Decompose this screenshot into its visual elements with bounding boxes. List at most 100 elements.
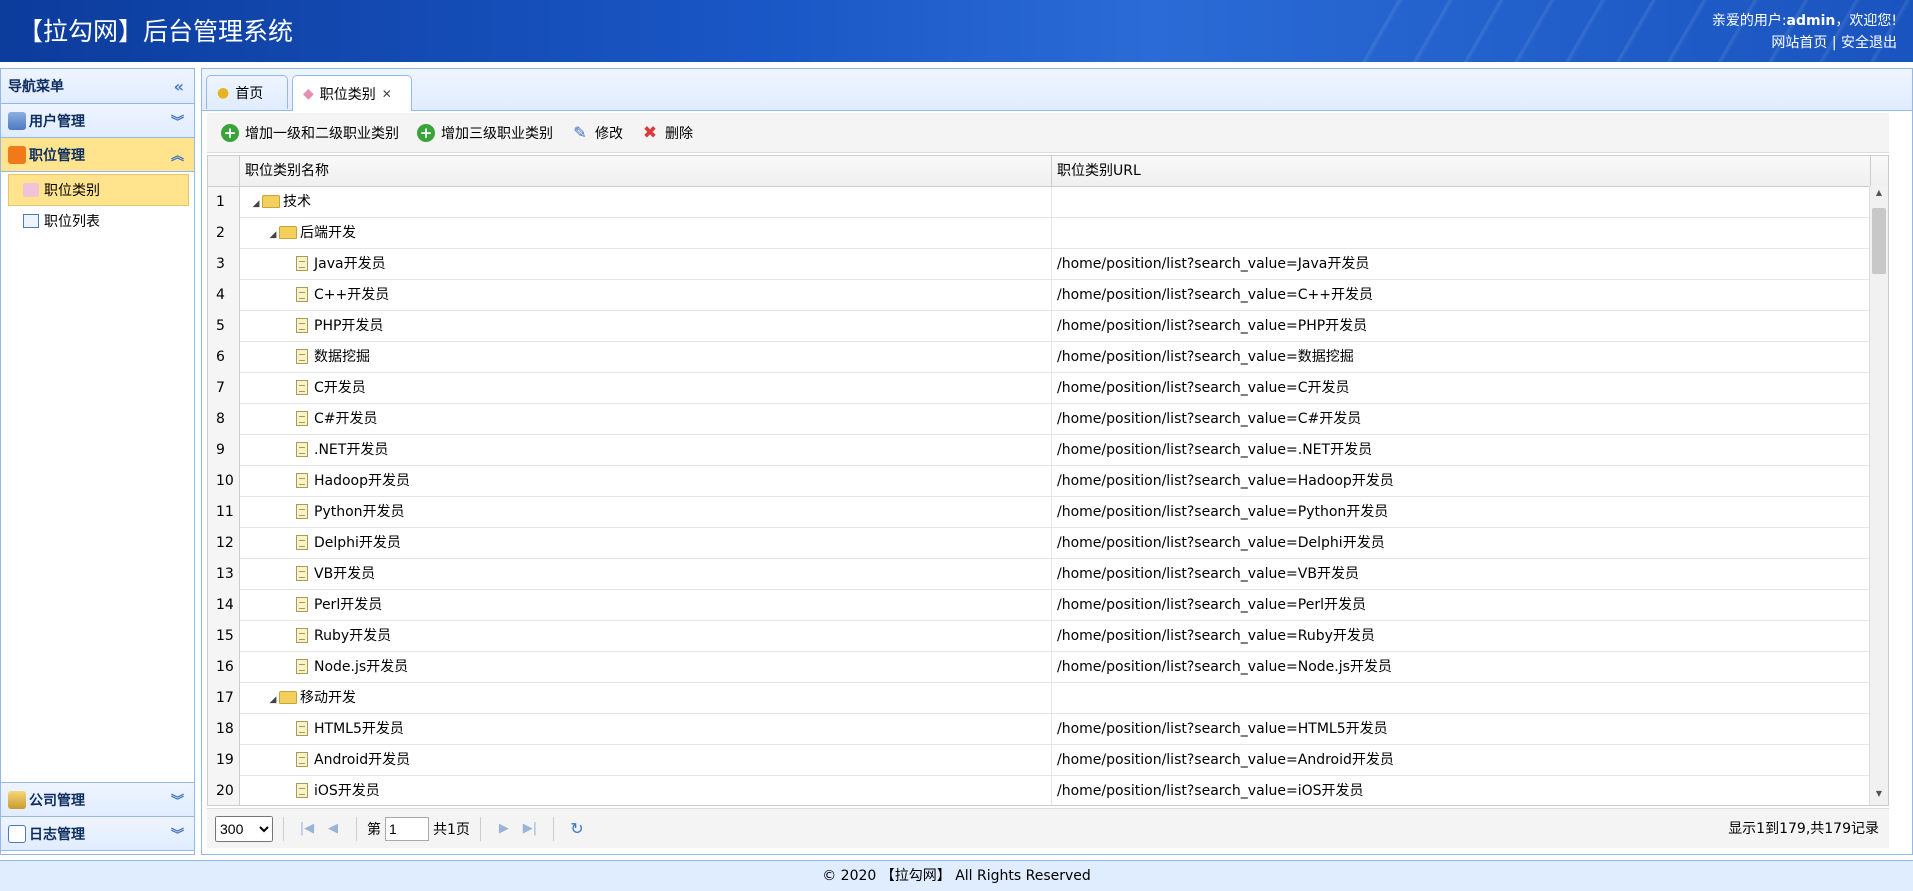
top-header: 【拉勾网】后台管理系统 亲爱的用户:admin，欢迎您! 网站首页 | 安全退出 — [0, 0, 1913, 62]
chevron-down-icon[interactable]: ︾ — [171, 111, 184, 130]
expand-toggle-icon[interactable]: ◢ — [250, 189, 262, 220]
category-name-cell[interactable]: C++开发员 — [240, 280, 1052, 311]
expand-toggle-icon[interactable]: ◢ — [267, 220, 279, 251]
pagination-bar: 300 |◀ ◀ 第 共1页 ▶ ▶| ↻ 显示1到179,共179记录 — [207, 808, 1889, 848]
category-name-cell[interactable]: Python开发员 — [240, 497, 1052, 528]
category-name-cell[interactable]: C#开发员 — [240, 404, 1052, 435]
category-url-cell[interactable]: /home/position/list?search_value=Perl开发员 — [1052, 590, 1871, 621]
table-row[interactable]: 19 Android开发员/home/position/list?search_v… — [208, 745, 1871, 776]
page-size-select[interactable]: 300 — [215, 815, 273, 842]
logout-link[interactable]: 安全退出 — [1841, 35, 1897, 51]
category-url-cell[interactable]: /home/position/list?search_value=Ruby开发员 — [1052, 621, 1871, 652]
category-name-cell[interactable]: C开发员 — [240, 373, 1052, 404]
column-header-name[interactable]: 职位类别名称 — [240, 156, 1052, 186]
table-row[interactable]: 3 Java开发员/home/position/list?search_value… — [208, 249, 1871, 280]
prev-page-icon[interactable]: ◀ — [320, 821, 346, 836]
category-url-cell[interactable]: /home/position/list?search_value=PHP开发员 — [1052, 311, 1871, 342]
category-url-cell[interactable] — [1052, 218, 1871, 249]
category-url-cell[interactable]: /home/position/list?search_value=HTML5开发… — [1052, 714, 1871, 745]
table-row[interactable]: 9 .NET开发员/home/position/list?search_value… — [208, 435, 1871, 466]
add-level12-button[interactable]: + 增加一级和二级职业类别 — [221, 123, 399, 143]
sidebar-section-logs[interactable]: 日志管理 ︾ — [1, 817, 194, 851]
category-name-cell[interactable]: Android开发员 — [240, 745, 1052, 776]
table-row[interactable]: 5 PHP开发员/home/position/list?search_value=… — [208, 311, 1871, 342]
table-row[interactable]: 1 ◢ 技术 — [208, 187, 1871, 218]
category-url-cell[interactable]: /home/position/list?search_value=Python开… — [1052, 497, 1871, 528]
scroll-up-icon[interactable]: ▲ — [1870, 188, 1888, 202]
table-row[interactable]: 8 C#开发员/home/position/list?search_value=C… — [208, 404, 1871, 435]
page-number-input[interactable] — [385, 816, 429, 841]
category-name-cell[interactable]: Java开发员 — [240, 249, 1052, 280]
category-url-cell[interactable]: /home/position/list?search_value=C++开发员 — [1052, 280, 1871, 311]
scroll-down-icon[interactable]: ▼ — [1870, 789, 1888, 803]
page-total: 共1页 — [433, 821, 470, 838]
tab-position-category[interactable]: ◆ 职位类别 ✕ — [292, 75, 412, 111]
collapse-sidebar-icon[interactable]: « — [174, 77, 184, 96]
delete-button[interactable]: ✖ 删除 — [641, 123, 693, 143]
category-url-cell[interactable]: /home/position/list?search_value=iOS开发员 — [1052, 776, 1871, 805]
category-url-cell[interactable]: /home/position/list?search_value=C开发员 — [1052, 373, 1871, 404]
category-name-cell[interactable]: PHP开发员 — [240, 311, 1052, 342]
sidebar-section-users[interactable]: 用户管理 ︾ — [1, 104, 194, 138]
edit-button[interactable]: ✎ 修改 — [571, 123, 623, 143]
category-url-cell[interactable]: /home/position/list?search_value=VB开发员 — [1052, 559, 1871, 590]
sidebar-item-position-category[interactable]: 职位类别 — [8, 174, 189, 206]
last-page-icon[interactable]: ▶| — [517, 821, 543, 836]
sidebar-section-company[interactable]: 公司管理 ︾ — [1, 782, 194, 817]
table-row[interactable]: 11 Python开发员/home/position/list?search_va… — [208, 497, 1871, 528]
table-row[interactable]: 4 C++开发员/home/position/list?search_value=… — [208, 280, 1871, 311]
next-page-icon[interactable]: ▶ — [491, 821, 517, 836]
category-url-cell[interactable]: /home/position/list?search_value=Node.js… — [1052, 652, 1871, 683]
first-page-icon[interactable]: |◀ — [294, 821, 320, 836]
category-name-cell[interactable]: ◢ 移动开发 — [240, 683, 1052, 714]
category-name-cell[interactable]: .NET开发员 — [240, 435, 1052, 466]
table-row[interactable]: 7 C开发员/home/position/list?search_value=C开… — [208, 373, 1871, 404]
category-url-cell[interactable]: /home/position/list?search_value=.NET开发员 — [1052, 435, 1871, 466]
category-name-cell[interactable]: ◢ 技术 — [240, 187, 1052, 218]
sidebar-section-positions[interactable]: 职位管理 ︽ — [1, 138, 194, 172]
expand-toggle-icon[interactable]: ◢ — [267, 685, 279, 716]
category-name-cell[interactable]: Hadoop开发员 — [240, 466, 1052, 497]
scroll-thumb[interactable] — [1872, 208, 1886, 274]
sidebar-item-position-list[interactable]: 职位列表 — [1, 206, 194, 236]
chevron-down-icon[interactable]: ︾ — [171, 824, 184, 843]
category-name-cell[interactable]: Delphi开发员 — [240, 528, 1052, 559]
vertical-scrollbar[interactable]: ▲ ▼ — [1869, 186, 1888, 805]
category-name-cell[interactable]: ◢ 后端开发 — [240, 218, 1052, 249]
category-name-cell[interactable]: iOS开发员 — [240, 776, 1052, 805]
category-url-cell[interactable]: /home/position/list?search_value=数据挖掘 — [1052, 342, 1871, 373]
category-name-cell[interactable]: Ruby开发员 — [240, 621, 1052, 652]
category-url-cell[interactable]: /home/position/list?search_value=Android… — [1052, 745, 1871, 776]
category-url-cell[interactable]: /home/position/list?search_value=C#开发员 — [1052, 404, 1871, 435]
column-header-url[interactable]: 职位类别URL — [1052, 156, 1871, 186]
table-row[interactable]: 12 Delphi开发员/home/position/list?search_va… — [208, 528, 1871, 559]
table-row[interactable]: 10 Hadoop开发员/home/position/list?search_va… — [208, 466, 1871, 497]
refresh-icon[interactable]: ↻ — [564, 819, 590, 838]
category-url-cell[interactable] — [1052, 187, 1871, 218]
add-level3-button[interactable]: + 增加三级职业类别 — [417, 123, 553, 143]
table-row[interactable]: 18 HTML5开发员/home/position/list?search_val… — [208, 714, 1871, 745]
category-name-cell[interactable]: Perl开发员 — [240, 590, 1052, 621]
category-url-cell[interactable]: /home/position/list?search_value=Hadoop开… — [1052, 466, 1871, 497]
table-row[interactable]: 13 VB开发员/home/position/list?search_value=… — [208, 559, 1871, 590]
category-url-cell[interactable]: /home/position/list?search_value=Delphi开… — [1052, 528, 1871, 559]
table-row[interactable]: 6 数据挖掘/home/position/list?search_value=数据… — [208, 342, 1871, 373]
tab-home[interactable]: ● 首页 — [206, 75, 288, 109]
table-row[interactable]: 16 Node.js开发员/home/position/list?search_v… — [208, 652, 1871, 683]
category-name-cell[interactable]: VB开发员 — [240, 559, 1052, 590]
chevron-down-icon[interactable]: ︾ — [171, 790, 184, 809]
category-name-cell[interactable]: HTML5开发员 — [240, 714, 1052, 745]
close-icon[interactable]: ✕ — [382, 87, 392, 101]
table-row[interactable]: 15 Ruby开发员/home/position/list?search_valu… — [208, 621, 1871, 652]
site-home-link[interactable]: 网站首页 — [1771, 35, 1827, 51]
chevron-up-icon[interactable]: ︽ — [171, 145, 184, 164]
category-url-cell[interactable] — [1052, 683, 1871, 714]
category-name: Java开发员 — [314, 256, 386, 272]
category-url-cell[interactable]: /home/position/list?search_value=Java开发员 — [1052, 249, 1871, 280]
table-row[interactable]: 17 ◢ 移动开发 — [208, 683, 1871, 714]
category-name-cell[interactable]: 数据挖掘 — [240, 342, 1052, 373]
table-row[interactable]: 20 iOS开发员/home/position/list?search_value… — [208, 776, 1871, 805]
table-row[interactable]: 2 ◢ 后端开发 — [208, 218, 1871, 249]
table-row[interactable]: 14 Perl开发员/home/position/list?search_valu… — [208, 590, 1871, 621]
category-name-cell[interactable]: Node.js开发员 — [240, 652, 1052, 683]
